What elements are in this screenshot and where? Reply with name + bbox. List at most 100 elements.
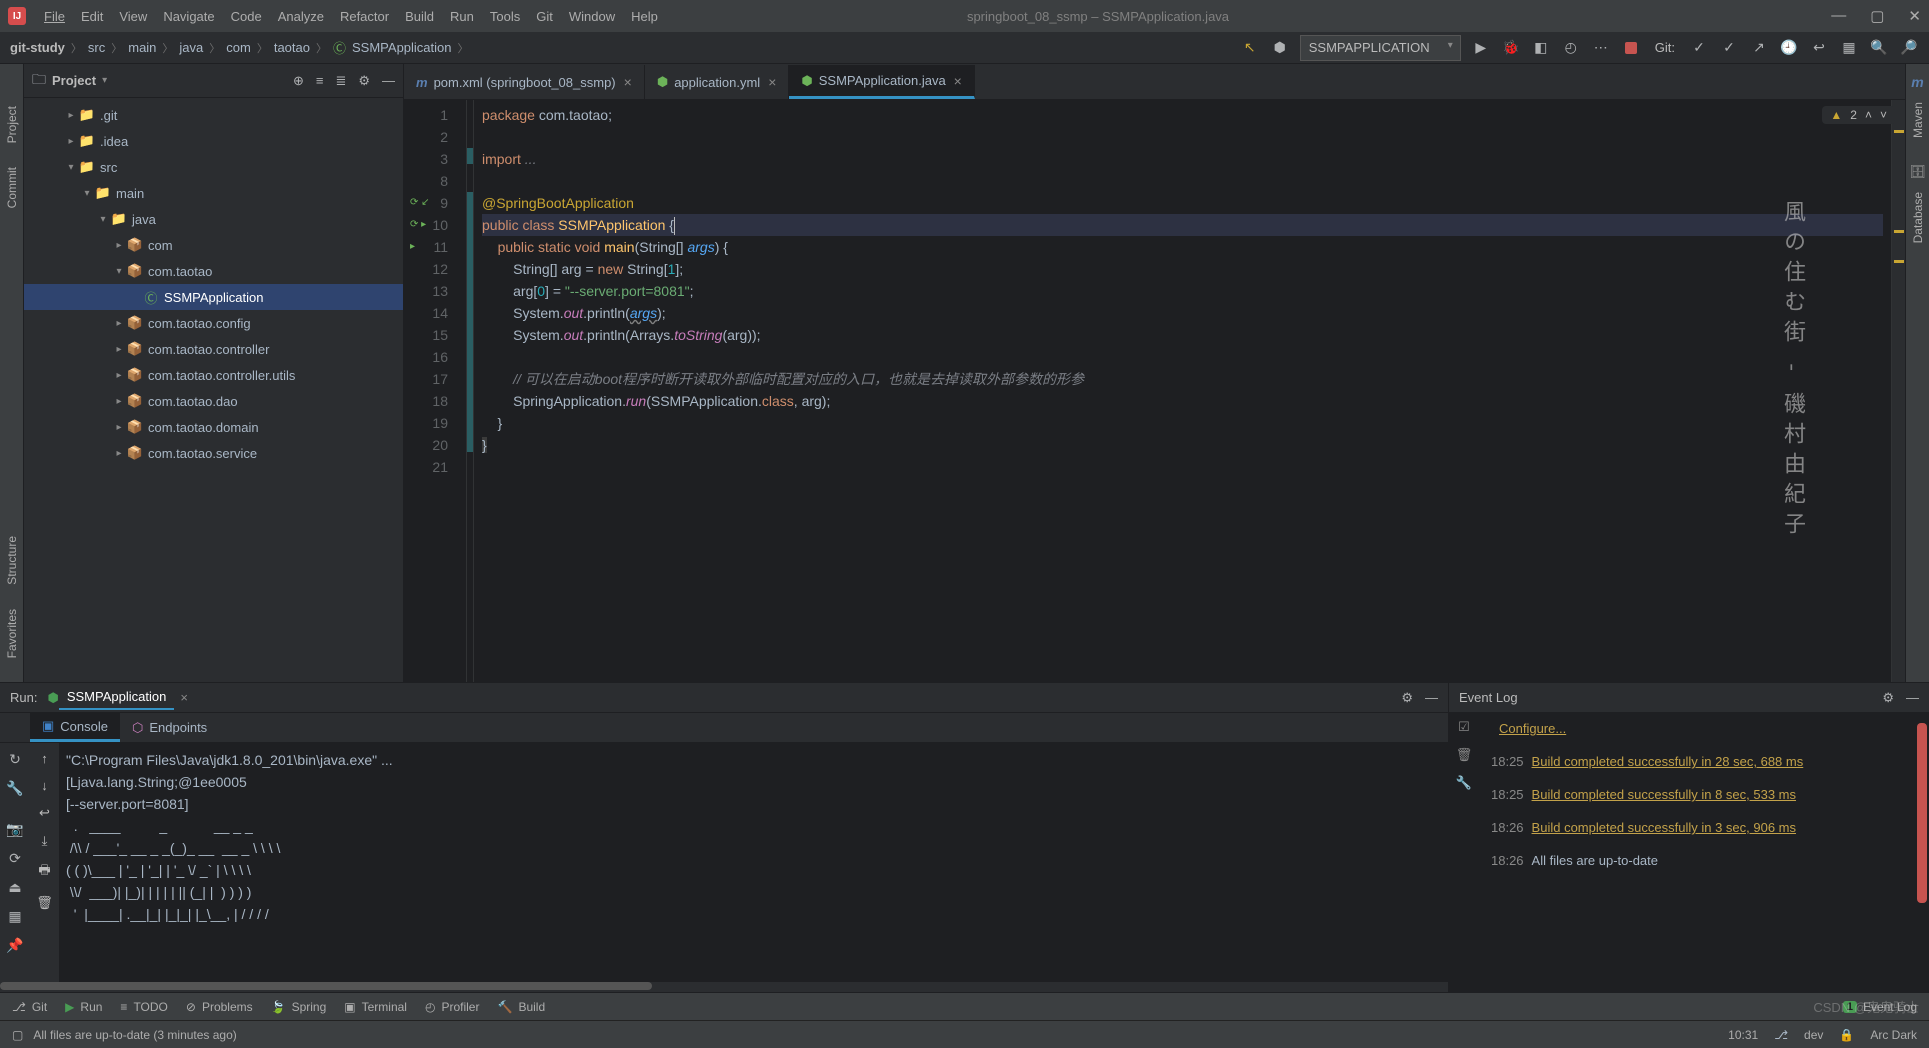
collapse-all-icon[interactable]: ≣ [335,73,346,89]
prev-highlight-icon[interactable]: ˄ [1865,108,1872,122]
menu-git[interactable]: Git [528,9,561,24]
tool-problems[interactable]: ⊘Problems [186,1000,253,1014]
project-tree[interactable]: ▸📁.git▸📁.idea▾📁src▾📁main▾📁java▸📦com▾📦com… [24,98,403,682]
tree-item[interactable]: ▾📦com.taotao [24,258,403,284]
tree-item[interactable]: ▸📦com.taotao.dao [24,388,403,414]
run-config-select[interactable]: SSMPAPPLICATION [1300,35,1461,61]
run-icon[interactable]: ▶ [1471,38,1491,58]
down-icon[interactable]: ↓ [41,778,48,793]
branch-icon[interactable]: ⎇ [1774,1028,1788,1042]
pin-icon[interactable]: 📌 [6,937,23,954]
close-tab-icon[interactable]: × [624,74,632,90]
close-tab-icon[interactable]: × [768,74,776,90]
tree-item[interactable]: ▾📁main [24,180,403,206]
gear-icon[interactable]: ⚙ [358,73,370,89]
coverage-icon[interactable]: ◧ [1531,38,1551,58]
code-content[interactable]: package com.taotao;import ...@SpringBoot… [474,100,1891,682]
tree-item[interactable]: ▸📁.idea [24,128,403,154]
tool-spring[interactable]: 🍃Spring [271,1000,327,1014]
event-link[interactable]: Build completed successfully in 8 sec, 5… [1532,787,1796,802]
breadcrumb-item[interactable]: src [88,40,105,55]
minimize-icon[interactable]: — [1831,7,1846,25]
editor-tab[interactable]: ⬢application.yml× [645,65,790,99]
breadcrumb-item[interactable]: taotao [274,40,310,55]
fold-bar[interactable] [466,100,474,682]
rail-commit[interactable]: Commit [5,155,19,220]
scroll-end-icon[interactable]: ⤓ [42,833,48,849]
locate-icon[interactable]: ⊕ [293,73,304,89]
tree-item[interactable]: ▸📦com.taotao.controller.utils [24,362,403,388]
tool-run[interactable]: ▶Run [65,1000,102,1014]
clear-icon[interactable]: 🗑 [36,895,53,911]
rail-structure[interactable]: Structure [5,524,19,597]
console-output[interactable]: "C:\Program Files\Java\jdk1.8.0_201\bin\… [60,743,1448,982]
close-icon[interactable]: ✕ [1908,7,1921,25]
maximize-icon[interactable]: ▢ [1870,7,1884,25]
menu-refactor[interactable]: Refactor [332,9,397,24]
event-link[interactable]: Build completed successfully in 28 sec, … [1532,754,1804,769]
error-stripe[interactable] [1891,100,1905,682]
console-scrollbar-thumb[interactable] [0,982,652,990]
tool-profiler[interactable]: ◴Profiler [425,1000,480,1014]
inspection-widget[interactable]: ▲ 2 ˄ ˅ [1822,106,1895,124]
profile-icon[interactable]: ◴ [1561,38,1581,58]
close-tab-icon[interactable]: × [954,73,962,89]
rail-database[interactable]: Database [1911,180,1925,255]
search-icon[interactable]: 🔍 [1869,38,1889,58]
clear-icon[interactable]: 🗑 [1456,747,1473,763]
lock-icon[interactable]: 🔒 [1839,1028,1854,1042]
camera-icon[interactable]: 📷 [6,821,23,838]
menu-navigate[interactable]: Navigate [155,9,222,24]
tool-build[interactable]: 🔨Build [497,1000,545,1014]
gear-icon[interactable]: ⚙ [1401,690,1413,706]
menu-tools[interactable]: Tools [482,9,528,24]
menu-file[interactable]: File [36,9,73,24]
layout-icon[interactable]: ▦ [8,908,21,925]
menu-code[interactable]: Code [223,9,270,24]
editor-tab[interactable]: ⬢SSMPApplication.java× [789,65,974,99]
menu-edit[interactable]: Edit [73,9,111,24]
tree-item[interactable]: ▾📁java [24,206,403,232]
rerun-icon[interactable]: ↻ [9,751,21,768]
configure-link[interactable]: Configure... [1499,721,1566,736]
tree-item[interactable]: ▸📦com.taotao.controller [24,336,403,362]
branch-name[interactable]: dev [1804,1028,1823,1042]
wrench-icon[interactable]: 🔧 [6,780,23,797]
settings-icon[interactable]: 🔧 [1456,775,1472,791]
ide-settings-icon[interactable]: ▦ [1839,38,1859,58]
menu-help[interactable]: Help [623,9,666,24]
breadcrumb-root[interactable]: git-study [10,40,65,55]
breadcrumb-item[interactable]: main [128,40,156,55]
soft-wrap-icon[interactable]: ↩ [39,805,50,821]
reload-icon[interactable]: ⟳ [9,850,21,867]
chevron-down-icon[interactable]: ▾ [102,75,107,86]
rail-maven[interactable]: Maven [1911,90,1925,150]
run-config-tab[interactable]: SSMPApplication [59,685,174,710]
console-tab[interactable]: ▣Console [30,713,120,742]
update-icon[interactable]: ✓ [1689,38,1709,58]
rail-project[interactable]: Project [5,94,19,155]
menu-build[interactable]: Build [397,9,442,24]
rollback-icon[interactable]: ↩ [1809,38,1829,58]
breadcrumb-item[interactable]: SSMPApplication [352,40,451,55]
exit-icon[interactable]: ⏏ [8,879,21,896]
tool-todo[interactable]: ≡TODO [120,1000,167,1014]
menu-run[interactable]: Run [442,9,482,24]
up-icon[interactable]: ↑ [41,751,48,766]
endpoints-tab[interactable]: ⬡Endpoints [120,713,219,742]
tree-item[interactable]: ▸📦com [24,232,403,258]
push-icon[interactable]: ↗ [1749,38,1769,58]
expand-all-icon[interactable]: ≡ [316,73,324,89]
debug-icon[interactable]: 🐞 [1501,38,1521,58]
breadcrumb-item[interactable]: com [226,40,251,55]
tree-item[interactable]: ▸📁.git [24,102,403,128]
editor-tabs[interactable]: mpom.xml (springboot_08_ssmp)×⬢applicati… [404,64,1905,100]
tree-item[interactable]: ▸📦com.taotao.domain [24,414,403,440]
theme-name[interactable]: Arc Dark [1870,1028,1917,1042]
tree-item[interactable]: ▸📦com.taotao.config [24,310,403,336]
hide-panel-icon[interactable]: — [1906,690,1919,706]
editor-tab[interactable]: mpom.xml (springboot_08_ssmp)× [404,65,645,99]
gutter[interactable]: 1238⟳ ↙9⟳ ▸10 ▸1112131415161718192021 [404,100,466,682]
tree-item[interactable]: ▸📦com.taotao.service [24,440,403,466]
history-icon[interactable]: 🕘 [1779,38,1799,58]
